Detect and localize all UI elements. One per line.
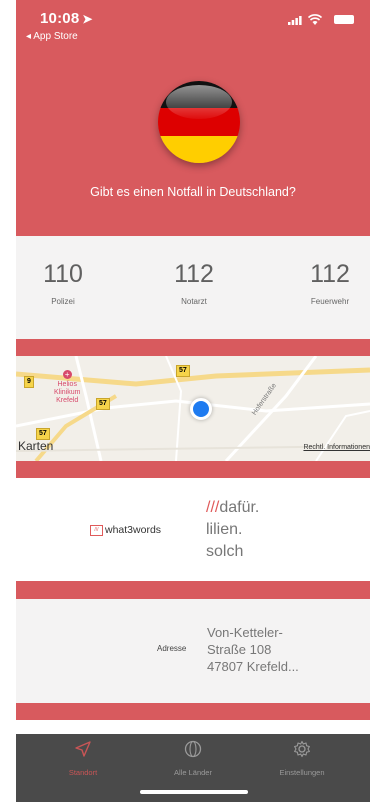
tab-alle-laender[interactable]: Alle Länder [143,740,243,777]
emergency-numbers-card: 110 Polizei 112 Notarzt 112 Feuerwehr [16,236,370,339]
time-text: 10:08 [40,10,80,27]
status-time: 10:08 ➤ [40,10,93,27]
location-map[interactable]: + Helios Klinikum Krefeld 9 57 57 57 Hof… [16,356,370,461]
hospital-poi[interactable]: + Helios Klinikum Krefeld [54,370,80,405]
current-location-dot [190,398,212,420]
poi-line-3: Krefeld [56,397,79,404]
app-screen: 10:08 ➤ ◂ App Store Gibt es einen Notfall… [16,0,370,802]
what3words-icon: /// [90,524,103,536]
maps-logo-text: Karten [18,439,54,453]
location-arrow-icon [75,741,91,757]
poi-line-1: Helios [57,381,77,388]
ambulance-number-button[interactable]: 112 Notarzt [144,260,244,306]
w3w-slashes: /// [206,499,220,516]
legal-info-link[interactable]: Rechtl. Informationen [303,444,370,451]
w3w-word-3: solch [206,543,244,560]
address-value: Von-Ketteler- Straße 108 47807 Krefeld..… [207,624,299,675]
back-to-app-store-link[interactable]: ◂ App Store [26,31,78,42]
ambulance-label: Notarzt [181,297,207,306]
tab-standort[interactable]: Standort [33,740,133,777]
address-line-3: 47807 Krefeld... [207,659,299,674]
country-header: Gibt es einen Notfall in Deutschland? [16,44,370,234]
tab-alle-laender-label: Alle Länder [174,768,212,777]
what3words-card[interactable]: ///what3words ///dafür. lilien. solch [16,478,370,581]
what3words-logo: ///what3words [90,524,161,536]
address-line-1: Von-Ketteler- [207,625,283,640]
location-arrow-status-icon: ➤ [82,12,93,26]
status-bar: 10:08 ➤ ◂ App Store [16,0,370,44]
road-label: 57 [96,398,110,410]
wifi-icon [308,14,322,25]
what3words-address: ///dafür. lilien. solch [206,497,259,563]
battery-icon [334,15,354,24]
next-card-edge [16,720,370,734]
police-number-button[interactable]: 110 Polizei [16,260,113,306]
home-indicator[interactable] [140,790,248,794]
road-label: 9 [24,376,34,388]
tab-einstellungen[interactable]: Einstellungen [252,740,352,777]
emergency-question: Gibt es einen Notfall in Deutschland? [90,185,296,199]
address-card[interactable]: Adresse Von-Ketteler- Straße 108 47807 K… [16,599,370,703]
road-label: 57 [176,365,190,377]
ambulance-number: 112 [174,260,214,288]
hospital-plus-icon: + [62,370,72,379]
fire-label: Feuerwehr [310,297,350,306]
gear-icon [294,740,310,758]
germany-flag-icon [158,81,240,163]
apple-maps-logo: Karten [18,439,53,453]
police-number: 110 [43,260,83,288]
fire-number-button[interactable]: 112 Feuerwehr [280,260,370,306]
w3w-word-2: lilien. [206,521,243,538]
w3w-word-1: dafür. [219,499,260,516]
tab-standort-label: Standort [68,768,98,777]
police-label: Polizei [51,297,75,306]
what3words-brand: what3words [105,524,162,536]
signal-icon [288,16,302,25]
tab-einstellungen-label: Einstellungen [279,768,325,777]
fire-number: 112 [310,260,350,288]
poi-line-2: Klinikum [54,389,81,396]
globe-icon [184,740,202,758]
tab-bar: Standort Alle Länder Einstellungen [16,734,370,802]
address-label: Adresse [157,644,187,653]
address-line-2: Straße 108 [207,642,272,657]
